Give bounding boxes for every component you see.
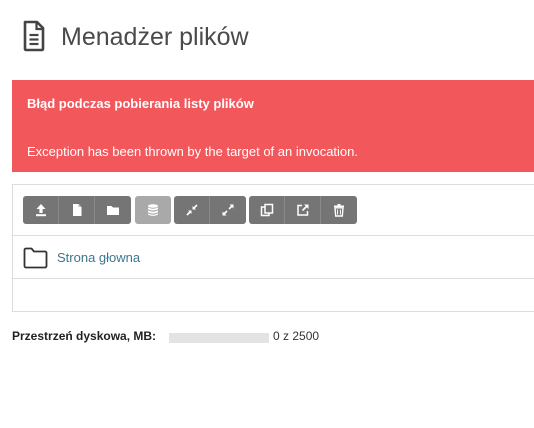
document-icon (23, 20, 45, 52)
toolbar (13, 185, 534, 236)
file-manager-panel: Strona głowna (12, 184, 534, 312)
copy-button[interactable] (249, 196, 285, 224)
folder-icon (23, 247, 48, 269)
trash-icon (334, 204, 344, 217)
page-title: Menadżer plików (61, 23, 249, 51)
storage-group (135, 196, 171, 224)
delete-button[interactable] (321, 196, 357, 224)
alert-message: Exception has been thrown by the target … (27, 144, 358, 159)
new-folder-icon (107, 206, 119, 215)
copy-icon (260, 203, 273, 217)
new-folder-button[interactable] (95, 196, 131, 224)
error-alert: Błąd podczas pobierania listy plików Exc… (12, 80, 534, 172)
alert-title: Błąd podczas pobierania listy plików (27, 96, 254, 111)
database-button[interactable] (135, 196, 171, 224)
new-file-button[interactable] (59, 196, 95, 224)
database-icon (148, 204, 158, 216)
expand-button[interactable] (210, 196, 246, 224)
expand-icon (222, 204, 234, 216)
upload-button[interactable] (23, 196, 59, 224)
open-external-button[interactable] (285, 196, 321, 224)
new-file-icon (72, 204, 81, 216)
edit-group (249, 196, 357, 224)
disk-usage-bar (169, 333, 269, 343)
folder-link[interactable]: Strona głowna (57, 250, 140, 265)
file-actions-group (23, 196, 131, 224)
compress-icon (185, 204, 198, 216)
disk-usage-label: Przestrzeń dyskowa, MB: (12, 329, 157, 343)
upload-icon (35, 204, 46, 217)
view-group (174, 196, 246, 224)
folder-row[interactable]: Strona głowna (13, 236, 534, 279)
disk-usage-text: 0 z 2500 (273, 329, 320, 343)
open-external-icon (296, 204, 308, 216)
compress-button[interactable] (174, 196, 210, 224)
